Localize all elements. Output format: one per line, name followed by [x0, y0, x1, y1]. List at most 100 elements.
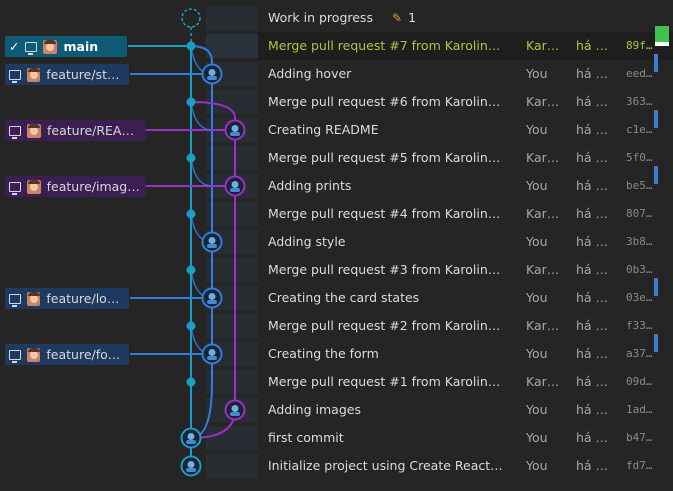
minimap-mark	[654, 110, 658, 128]
commit-row[interactable]: Merge pull request #2 from Karolineg… Kar…	[0, 312, 673, 340]
branch-tag[interactable]: feature/logic	[5, 288, 129, 309]
commit-author: You	[526, 346, 548, 361]
commit-sha: 807…	[626, 207, 653, 220]
minimap-mark	[654, 54, 658, 72]
commit-message: Merge pull request #5 from Karolineg…	[268, 150, 506, 165]
branch-tag[interactable]: feature/style	[5, 64, 129, 85]
monitor-icon	[9, 125, 21, 139]
user-avatar-icon	[27, 123, 41, 138]
commit-row[interactable]: Merge pull request #3 from Karolineg… Kar…	[0, 256, 673, 284]
commit-message: first commit	[268, 430, 344, 445]
commit-date: há …	[576, 374, 609, 389]
branch-tag[interactable]: feature/form	[5, 344, 129, 365]
commit-row[interactable]: Merge pull request #5 from Karolineg… Kar…	[0, 144, 673, 172]
branch-tag[interactable]: feature/REA…	[5, 120, 146, 141]
commit-sha: 3b8…	[626, 235, 653, 248]
branch-name: feature/images	[46, 179, 140, 194]
commit-author: Kar…	[526, 94, 560, 109]
commit-author: You	[526, 178, 548, 193]
commit-row[interactable]: Initialize project using Create React Ap…	[0, 452, 673, 480]
commit-message: Adding style	[268, 234, 346, 249]
commit-message: Adding images	[268, 402, 361, 417]
commit-date: há …	[576, 206, 609, 221]
commit-date: há …	[576, 346, 609, 361]
commit-row[interactable]: Merge pull request #6 from Karolineg… Kar…	[0, 88, 673, 116]
commit-sha: b47…	[626, 431, 653, 444]
wip-edit-count: ✎ 1	[392, 10, 417, 25]
commit-sha: 09d…	[626, 375, 653, 388]
commit-date: há …	[576, 122, 609, 137]
commit-author: You	[526, 234, 548, 249]
branch-name: feature/style	[46, 67, 123, 82]
commit-date: há …	[576, 94, 609, 109]
monitor-icon	[9, 349, 21, 363]
commit-date: há …	[576, 178, 609, 193]
wip-label: Work in progress	[268, 10, 373, 25]
commit-message: Creating the form	[268, 346, 379, 361]
minimap-mark	[654, 278, 658, 296]
minimap-head-marker	[655, 26, 669, 42]
commit-date: há …	[576, 318, 609, 333]
commit-author: Kar…	[526, 206, 560, 221]
commit-author: You	[526, 430, 548, 445]
commit-message: Merge pull request #3 from Karolineg…	[268, 262, 506, 277]
commit-message: Initialize project using Create React Ap…	[268, 458, 506, 473]
commit-row[interactable]: Merge pull request #1 from Karolineg… Kar…	[0, 368, 673, 396]
minimap-viewport-marker	[655, 42, 669, 46]
commit-sha: fd7…	[626, 459, 653, 472]
branch-name: feature/logic	[46, 291, 123, 306]
monitor-icon	[9, 181, 21, 195]
minimap-mark	[654, 334, 658, 352]
check-icon: ✓	[9, 39, 20, 54]
commit-date: há …	[576, 262, 609, 277]
commit-author: Kar…	[526, 374, 560, 389]
branch-tag[interactable]: ✓ main	[5, 36, 127, 57]
commit-date: há …	[576, 66, 609, 81]
commit-message: Merge pull request #2 from Karolineg…	[268, 318, 506, 333]
commit-date: há …	[576, 458, 609, 473]
wip-row[interactable]: Work in progress ✎ 1	[0, 4, 673, 32]
commit-author: You	[526, 402, 548, 417]
commit-date: há …	[576, 402, 609, 417]
pencil-icon: ✎	[392, 11, 403, 25]
commit-message: Merge pull request #6 from Karolineg…	[268, 94, 506, 109]
commit-row[interactable]: Merge pull request #4 from Karolineg… Kar…	[0, 200, 673, 228]
monitor-icon	[25, 41, 38, 55]
branch-tag[interactable]: feature/images	[5, 176, 146, 197]
commit-row[interactable]: first commit You há … b47…	[0, 424, 673, 452]
user-avatar-icon	[26, 179, 41, 194]
commit-message: Creating the card states	[268, 290, 420, 305]
commit-message: Creating README	[268, 122, 379, 137]
commit-message: Adding hover	[268, 66, 352, 81]
monitor-icon	[9, 293, 21, 307]
commit-message: Merge pull request #1 from Karolineg…	[268, 374, 506, 389]
commit-date: há …	[576, 234, 609, 249]
user-avatar-icon	[26, 67, 41, 82]
commit-author: Kar…	[526, 262, 560, 277]
commit-author: Kar…	[526, 150, 560, 165]
commit-sha: 1ad…	[626, 403, 653, 416]
commit-date: há …	[576, 290, 609, 305]
commit-date: há …	[576, 38, 609, 53]
commit-author: You	[526, 290, 548, 305]
commit-row[interactable]: Adding images You há … 1ad…	[0, 396, 673, 424]
commit-row[interactable]: Adding style You há … 3b8…	[0, 228, 673, 256]
commit-message: Merge pull request #7 from Karolineg…	[268, 38, 506, 53]
commit-author: You	[526, 122, 548, 137]
commit-message: Merge pull request #4 from Karolineg…	[268, 206, 506, 221]
minimap-mark	[654, 166, 658, 184]
user-avatar-icon	[26, 291, 41, 306]
commit-date: há …	[576, 430, 609, 445]
commit-author: You	[526, 458, 548, 473]
user-avatar-icon	[26, 347, 41, 362]
user-avatar-icon	[43, 39, 58, 54]
branch-name: feature/form	[46, 347, 123, 362]
branch-name: main	[63, 39, 99, 54]
branch-name: feature/REA…	[47, 123, 134, 138]
commit-message: Adding prints	[268, 178, 352, 193]
commit-date: há …	[576, 150, 609, 165]
commit-author: You	[526, 66, 548, 81]
monitor-icon	[9, 69, 21, 83]
commit-author: Kar…	[526, 318, 560, 333]
commit-author: Kar…	[526, 38, 560, 53]
